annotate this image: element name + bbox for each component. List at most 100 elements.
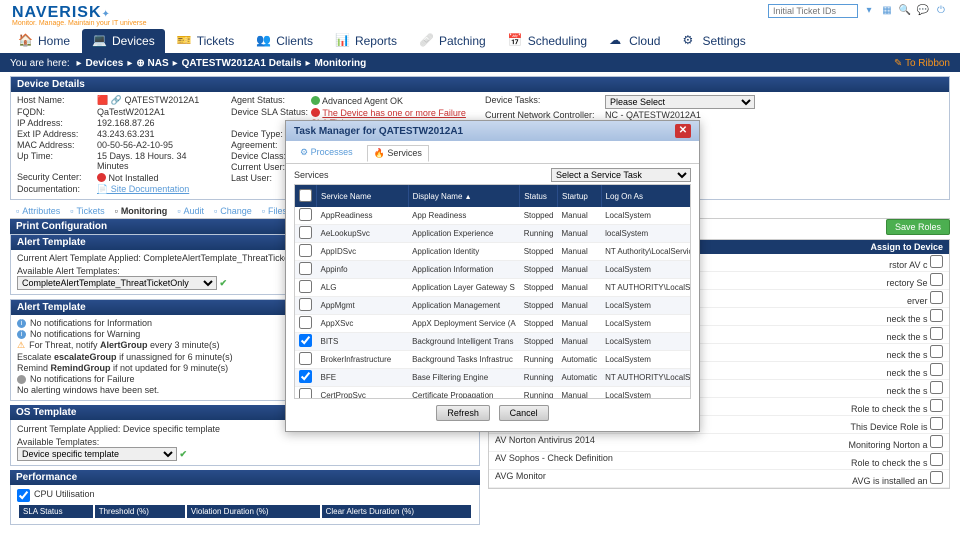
service-checkbox[interactable] (299, 334, 312, 347)
service-row[interactable]: BrokerInfrastructureBackground Tasks Inf… (295, 351, 691, 369)
cloud-icon: ☁ (609, 33, 625, 49)
nav-devices[interactable]: 💻Devices (82, 29, 165, 53)
nav-tickets[interactable]: 🎫Tickets (167, 29, 245, 53)
assign-checkbox[interactable] (930, 435, 943, 448)
home-icon: 🏠 (18, 33, 34, 49)
select-all-checkbox[interactable] (299, 189, 312, 202)
subtab-files[interactable]: ▫Files (262, 206, 287, 216)
service-row[interactable]: AppReadinessApp ReadinessStoppedManualLo… (295, 207, 691, 225)
dropdown-icon[interactable]: ▾ (862, 4, 876, 18)
modal-tab-processes[interactable]: ⚙ Processes (294, 145, 359, 161)
nav-patching[interactable]: 🩹Patching (409, 29, 496, 53)
settings-icon: ⚙ (682, 33, 698, 49)
nav-cloud[interactable]: ☁Cloud (599, 29, 670, 53)
sort-asc-icon: ▲ (465, 194, 472, 201)
cpu-checkbox[interactable] (17, 489, 30, 502)
grid-icon[interactable]: ▦ (880, 4, 894, 18)
modal-close-button[interactable]: ✕ (675, 124, 691, 138)
assign-checkbox[interactable] (930, 417, 943, 430)
nav-settings[interactable]: ⚙Settings (672, 29, 755, 53)
col-status[interactable]: Status (520, 185, 558, 207)
service-checkbox[interactable] (299, 370, 312, 383)
subtab-change[interactable]: ▫Change (214, 206, 252, 216)
main-nav: 🏠Home💻Devices🎫Tickets👥Clients📊Reports🩹Pa… (0, 27, 960, 55)
service-checkbox[interactable] (299, 280, 312, 293)
service-row[interactable]: ALGApplication Layer Gateway SStoppedMan… (295, 279, 691, 297)
stop-icon (17, 375, 26, 384)
chat-icon[interactable]: 💬 (916, 4, 930, 18)
assign-checkbox[interactable] (930, 453, 943, 466)
assign-checkbox[interactable] (930, 327, 943, 340)
service-row[interactable]: BITSBackground Intelligent TransStoppedM… (295, 333, 691, 351)
service-row[interactable]: AppMgmtApplication ManagementStoppedManu… (295, 297, 691, 315)
service-row[interactable]: AeLookupSvcApplication ExperienceRunning… (295, 225, 691, 243)
role-row[interactable]: AV Norton Antivirus 2014Monitoring Norto… (489, 434, 949, 452)
assign-checkbox[interactable] (930, 345, 943, 358)
col-service-name[interactable]: Service Name (317, 185, 409, 207)
fail-icon (97, 173, 106, 182)
subtab-audit[interactable]: ▫Audit (177, 206, 204, 216)
assign-checkbox[interactable] (930, 273, 943, 286)
breadcrumb: You are here: ▸Devices▸⊕ NAS▸QATESTW2012… (0, 55, 960, 72)
service-checkbox[interactable] (299, 226, 312, 239)
tab-icon: ▫ (262, 206, 265, 216)
warning-icon: ⚠ (17, 340, 25, 351)
nav-scheduling[interactable]: 📅Scheduling (498, 29, 597, 53)
assign-checkbox[interactable] (930, 471, 943, 484)
modal-tab-services[interactable]: 🔥 Services (367, 145, 429, 162)
task-manager-modal: Task Manager for QATESTW2012A1 ✕ ⚙ Proce… (285, 120, 700, 432)
apply-os-icon[interactable]: ✔ (180, 449, 188, 459)
link-icon: 🔗 (111, 95, 122, 105)
service-checkbox[interactable] (299, 208, 312, 221)
service-row[interactable]: BFEBase Filtering EngineRunningAutomatic… (295, 369, 691, 387)
service-row[interactable]: AppXSvcAppX Deployment Service (AStopped… (295, 315, 691, 333)
refresh-button[interactable]: Refresh (436, 405, 490, 421)
service-row[interactable]: AppinfoApplication InformationStoppedMan… (295, 261, 691, 279)
tab-icon: ▫ (70, 206, 73, 216)
doc-link[interactable]: 📄 Site Documentation (97, 184, 189, 194)
col-display-name[interactable]: Display Name ▲ (408, 185, 520, 207)
service-checkbox[interactable] (299, 316, 312, 329)
processes-icon: ⚙ (300, 147, 308, 157)
assign-checkbox[interactable] (930, 399, 943, 412)
assign-checkbox[interactable] (930, 363, 943, 376)
service-checkbox[interactable] (299, 298, 312, 311)
tab-icon: ▫ (214, 206, 217, 216)
service-row[interactable]: CertPropSvcCertificate PropagationRunnin… (295, 387, 691, 400)
service-checkbox[interactable] (299, 262, 312, 275)
apply-icon[interactable]: ✔ (220, 278, 228, 288)
service-checkbox[interactable] (299, 244, 312, 257)
service-row[interactable]: AppIDSvcApplication IdentityStoppedManua… (295, 243, 691, 261)
role-row[interactable]: AVG MonitorAVG is installed an (489, 470, 949, 488)
flag-icon: 🟥 (97, 95, 108, 105)
subtab-monitoring[interactable]: ▫Monitoring (115, 206, 168, 216)
subtab-tickets[interactable]: ▫Tickets (70, 206, 104, 216)
service-checkbox[interactable] (299, 388, 312, 399)
clients-icon: 👥 (256, 33, 272, 49)
to-ribbon-link[interactable]: ✎ To Ribbon (894, 58, 950, 69)
assign-checkbox[interactable] (930, 255, 943, 268)
subtab-attributes[interactable]: ▫Attributes (16, 206, 60, 216)
device-task-select[interactable]: Please Select (605, 95, 755, 109)
search-icon[interactable]: 🔍 (898, 4, 912, 18)
assign-checkbox[interactable] (930, 291, 943, 304)
role-row[interactable]: AV Sophos - Check DefinitionRole to chec… (489, 452, 949, 470)
cancel-button[interactable]: Cancel (499, 405, 549, 421)
tickets-icon: 🎫 (177, 33, 193, 49)
logo: NAVERISK✦ Monitor. Manage. Maintain your… (12, 4, 147, 27)
service-task-select[interactable]: Select a Service Task (551, 168, 691, 182)
nav-clients[interactable]: 👥Clients (246, 29, 323, 53)
save-roles-button[interactable]: Save Roles (886, 219, 950, 235)
power-icon[interactable]: ⏻ (934, 4, 948, 18)
assign-checkbox[interactable] (930, 381, 943, 394)
assign-checkbox[interactable] (930, 309, 943, 322)
nav-reports[interactable]: 📊Reports (325, 29, 407, 53)
col-startup[interactable]: Startup (558, 185, 602, 207)
os-template-select[interactable]: Device specific template (17, 447, 177, 461)
service-checkbox[interactable] (299, 352, 312, 365)
patching-icon: 🩹 (419, 33, 435, 49)
nav-home[interactable]: 🏠Home (8, 29, 80, 53)
alert-template-select[interactable]: CompleteAlertTemplate_ThreatTicketOnly (17, 276, 217, 290)
col-log-on-as[interactable]: Log On As (601, 185, 691, 207)
search-input[interactable] (768, 4, 858, 18)
